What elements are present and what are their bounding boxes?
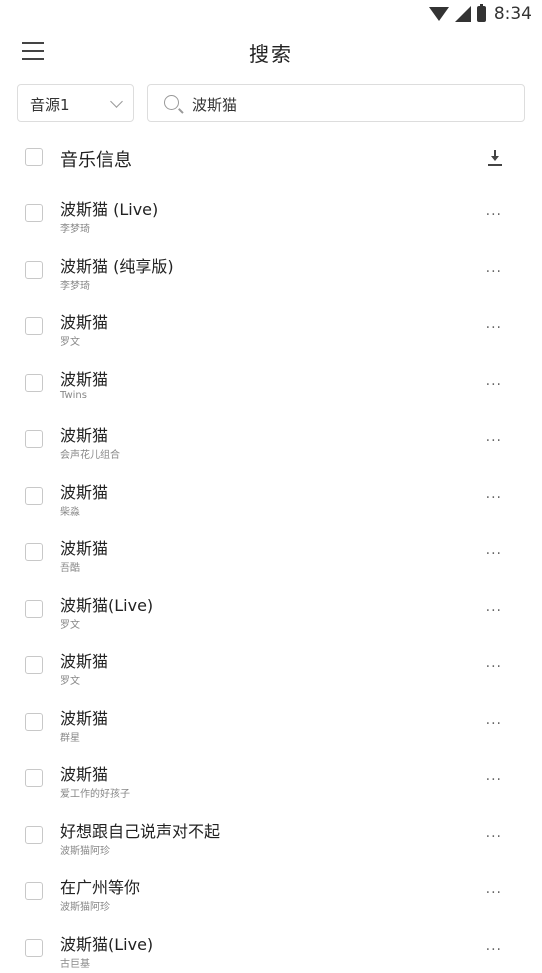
song-checkbox[interactable]: [25, 543, 43, 561]
song-artist: Twins: [60, 390, 87, 401]
song-title: 波斯猫(Live): [60, 931, 153, 955]
download-icon[interactable]: [488, 150, 502, 166]
search-input[interactable]: [190, 85, 516, 123]
song-row[interactable]: 在广州等你 波斯猫阿珍 ···: [0, 860, 542, 917]
search-box: [147, 84, 525, 122]
select-all-checkbox[interactable]: [25, 148, 43, 166]
song-row[interactable]: 波斯猫 爱工作的好孩子 ···: [0, 747, 542, 804]
song-row[interactable]: 波斯猫 Twins ···: [0, 352, 542, 409]
more-icon[interactable]: ···: [486, 606, 502, 616]
song-artist: 柴淼: [60, 503, 80, 518]
song-row[interactable]: 波斯猫 (纯享版) 李梦琦 ···: [0, 239, 542, 296]
song-artist: 罗文: [60, 616, 80, 631]
song-artist: 李梦琦: [60, 277, 90, 292]
status-icons: 8:34: [429, 4, 532, 24]
song-row[interactable]: 波斯猫 群星 ···: [0, 691, 542, 748]
song-row[interactable]: 波斯猫 (Live) 李梦琦 ···: [0, 182, 542, 239]
list-header-label: 音乐信息: [60, 146, 132, 172]
song-row[interactable]: 波斯猫 吾酷 ···: [0, 521, 542, 578]
song-checkbox[interactable]: [25, 204, 43, 222]
search-row: 音源1: [17, 84, 525, 124]
song-checkbox[interactable]: [25, 713, 43, 731]
more-icon[interactable]: ···: [486, 662, 502, 672]
song-artist: 李梦琦: [60, 220, 90, 235]
song-checkbox[interactable]: [25, 317, 43, 335]
song-checkbox[interactable]: [25, 826, 43, 844]
song-artist: 波斯猫阿珍: [60, 842, 110, 857]
song-title: 波斯猫: [60, 366, 108, 390]
song-title: 波斯猫: [60, 761, 108, 785]
search-icon: [164, 95, 179, 110]
song-row[interactable]: 波斯猫 柴淼 ···: [0, 465, 542, 522]
list-header: 音乐信息: [0, 138, 542, 178]
song-title: 波斯猫: [60, 309, 108, 333]
song-title: 波斯猫: [60, 705, 108, 729]
song-row[interactable]: 波斯猫(Live) 古巨基 ···: [0, 917, 542, 973]
more-icon[interactable]: ···: [486, 719, 502, 729]
song-artist: 会声花儿组合: [60, 446, 120, 461]
song-title: 波斯猫 (纯享版): [60, 253, 174, 277]
song-title: 好想跟自己说声对不起: [60, 818, 220, 842]
more-icon[interactable]: ···: [486, 323, 502, 333]
song-checkbox[interactable]: [25, 600, 43, 618]
song-checkbox[interactable]: [25, 374, 43, 392]
song-title: 波斯猫 (Live): [60, 196, 158, 220]
song-title: 波斯猫: [60, 535, 108, 559]
more-icon[interactable]: ···: [486, 832, 502, 842]
song-checkbox[interactable]: [25, 882, 43, 900]
song-checkbox[interactable]: [25, 656, 43, 674]
chevron-down-icon: [110, 95, 123, 108]
song-row[interactable]: 波斯猫(Live) 罗文 ···: [0, 578, 542, 635]
song-row[interactable]: 好想跟自己说声对不起 波斯猫阿珍 ···: [0, 804, 542, 861]
song-row[interactable]: 波斯猫 会声花儿组合 ···: [0, 408, 542, 465]
wifi-icon: [429, 7, 449, 21]
more-icon[interactable]: ···: [486, 775, 502, 785]
status-bar: 8:34: [0, 0, 542, 28]
more-icon[interactable]: ···: [486, 380, 502, 390]
song-title: 波斯猫: [60, 479, 108, 503]
song-artist: 群星: [60, 729, 80, 744]
song-artist: 罗文: [60, 333, 80, 348]
song-row[interactable]: 波斯猫 罗文 ···: [0, 634, 542, 691]
song-artist: 吾酷: [60, 559, 80, 574]
song-checkbox[interactable]: [25, 769, 43, 787]
more-icon[interactable]: ···: [486, 436, 502, 446]
song-checkbox[interactable]: [25, 261, 43, 279]
source-select[interactable]: 音源1: [17, 84, 134, 122]
song-checkbox[interactable]: [25, 939, 43, 957]
song-title: 波斯猫: [60, 648, 108, 672]
song-title: 波斯猫: [60, 422, 108, 446]
song-list: 波斯猫 (Live) 李梦琦 ··· 波斯猫 (纯享版) 李梦琦 ··· 波斯猫…: [0, 182, 542, 973]
more-icon[interactable]: ···: [486, 210, 502, 220]
more-icon[interactable]: ···: [486, 493, 502, 503]
source-select-label: 音源1: [30, 94, 70, 115]
more-icon[interactable]: ···: [486, 888, 502, 898]
more-icon[interactable]: ···: [486, 945, 502, 955]
more-icon[interactable]: ···: [486, 267, 502, 277]
more-icon[interactable]: ···: [486, 549, 502, 559]
song-artist: 古巨基: [60, 955, 90, 970]
song-checkbox[interactable]: [25, 487, 43, 505]
app-header: 搜索: [0, 28, 542, 72]
song-checkbox[interactable]: [25, 430, 43, 448]
page-title: 搜索: [0, 38, 542, 67]
song-artist: 爱工作的好孩子: [60, 785, 130, 800]
song-row[interactable]: 波斯猫 罗文 ···: [0, 295, 542, 352]
status-time: 8:34: [494, 4, 532, 24]
song-title: 在广州等你: [60, 874, 140, 898]
song-artist: 罗文: [60, 672, 80, 687]
signal-icon: [455, 6, 471, 22]
song-artist: 波斯猫阿珍: [60, 898, 110, 913]
song-title: 波斯猫(Live): [60, 592, 153, 616]
battery-icon: [477, 6, 486, 22]
